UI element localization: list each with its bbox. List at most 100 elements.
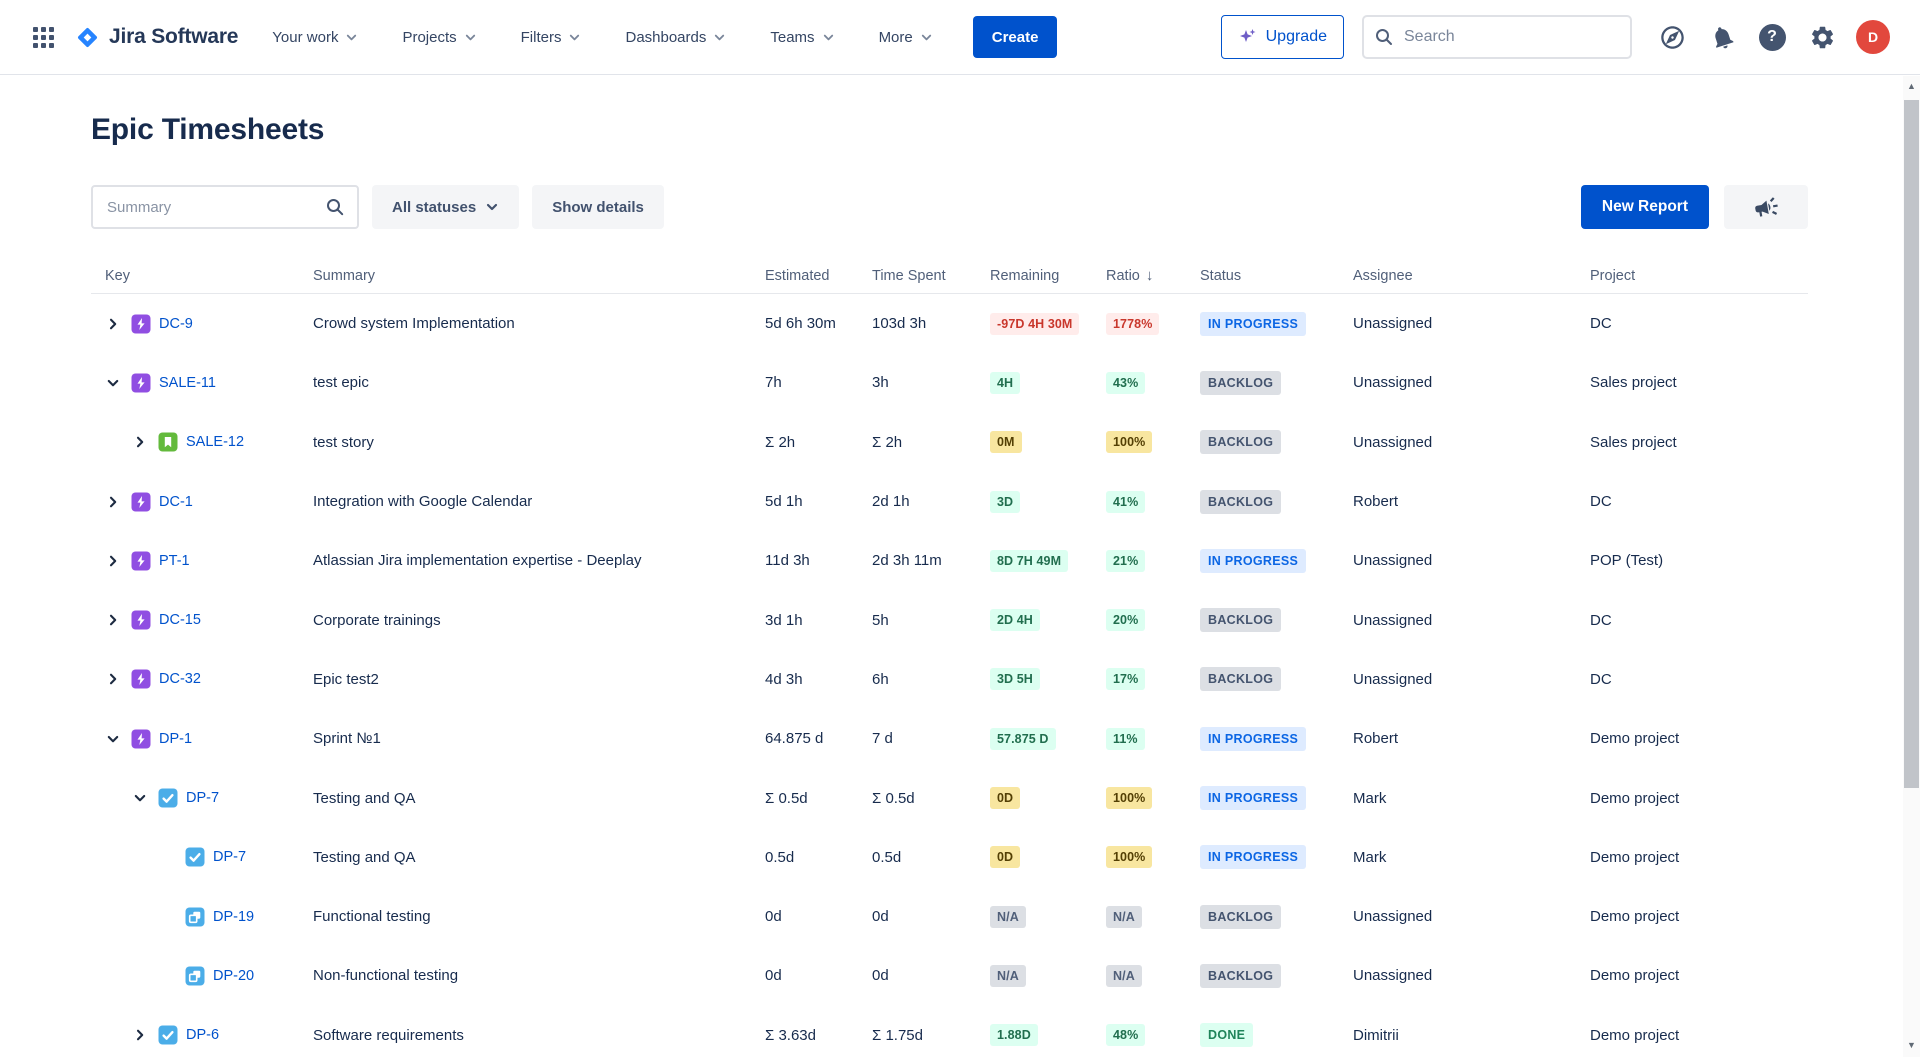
page-title: Epic Timesheets (91, 113, 1808, 147)
col-time-spent[interactable]: Time Spent (858, 268, 976, 284)
issue-summary: Sprint №1 (299, 730, 751, 747)
collapse-chevron[interactable] (105, 731, 121, 747)
estimated-value: 5d 1h (751, 493, 858, 510)
assignee: Mark (1339, 849, 1576, 866)
jira-logo[interactable]: Jira Software (74, 24, 238, 51)
scroll-up-arrow[interactable]: ▲ (1903, 76, 1920, 96)
issue-key-link[interactable]: DP-7 (186, 790, 219, 806)
global-search (1362, 15, 1632, 59)
global-search-input[interactable] (1362, 15, 1632, 59)
assignee: Unassigned (1339, 552, 1576, 569)
ratio-badge: 17% (1106, 668, 1145, 690)
issue-key-link[interactable]: SALE-11 (159, 375, 216, 391)
nav-projects[interactable]: Projects (402, 29, 476, 46)
chevron-down-icon (568, 31, 581, 44)
issue-key-link[interactable]: DC-9 (159, 316, 193, 332)
col-estimated[interactable]: Estimated (751, 268, 858, 284)
estimated-value: Σ 3.63d (751, 1027, 858, 1044)
summary-filter-input[interactable] (91, 185, 359, 229)
col-ratio[interactable]: Ratio↓ (1092, 267, 1186, 284)
key-cell: SALE-12 (91, 432, 299, 452)
create-button[interactable]: Create (973, 16, 1058, 58)
ratio-cell: 43% (1092, 372, 1186, 394)
expand-chevron[interactable] (105, 553, 121, 569)
col-status[interactable]: Status (1186, 268, 1339, 284)
chevron-down-icon (485, 200, 499, 214)
scrollbar-thumb[interactable] (1904, 100, 1919, 788)
scroll-down-arrow[interactable]: ▼ (1903, 1035, 1920, 1055)
nav-dashboards[interactable]: Dashboards (625, 29, 726, 46)
help-button[interactable] (1756, 21, 1788, 53)
issue-key-link[interactable]: DP-20 (213, 968, 254, 984)
col-project[interactable]: Project (1576, 268, 1808, 284)
remaining-badge: 57.875 D (990, 728, 1056, 750)
time-spent-value: 0d (858, 967, 976, 984)
expand-chevron[interactable] (105, 612, 121, 628)
time-spent-value: 103d 3h (858, 315, 976, 332)
expand-chevron[interactable] (105, 671, 121, 687)
nav-more[interactable]: More (879, 29, 933, 46)
notifications-button[interactable] (1706, 21, 1738, 53)
status-badge: BACKLOG (1200, 371, 1281, 395)
ratio-badge: 100% (1106, 787, 1152, 809)
expand-chevron[interactable] (132, 1027, 148, 1043)
expand-chevron[interactable] (105, 316, 121, 332)
key-cell: DP-19 (91, 907, 299, 927)
status-badge: BACKLOG (1200, 905, 1281, 929)
remaining-badge: 0M (990, 431, 1022, 453)
col-assignee[interactable]: Assignee (1339, 268, 1576, 284)
show-details-button[interactable]: Show details (532, 185, 664, 229)
issue-key-link[interactable]: DP-7 (213, 849, 246, 865)
vertical-scrollbar[interactable]: ▲ ▼ (1903, 76, 1920, 1057)
remaining-badge: 4H (990, 372, 1020, 394)
expand-chevron[interactable] (132, 434, 148, 450)
discover-button[interactable] (1656, 21, 1688, 53)
time-spent-value: 0d (858, 908, 976, 925)
ratio-cell: 100% (1092, 846, 1186, 868)
collapse-chevron[interactable] (132, 790, 148, 806)
status-filter-dropdown[interactable]: All statuses (372, 185, 519, 229)
issue-key-link[interactable]: DP-6 (186, 1027, 219, 1043)
settings-button[interactable] (1806, 21, 1838, 53)
issue-key-link[interactable]: DC-15 (159, 612, 201, 628)
avatar[interactable]: D (1856, 20, 1890, 54)
issue-summary: test epic (299, 374, 751, 391)
status-cell: BACKLOG (1186, 608, 1339, 632)
assignee: Unassigned (1339, 374, 1576, 391)
expand-chevron[interactable] (105, 494, 121, 510)
ratio-badge: 20% (1106, 609, 1145, 631)
upgrade-button[interactable]: Upgrade (1221, 15, 1344, 59)
app-switcher-button[interactable] (26, 20, 60, 54)
gear-icon (1809, 24, 1836, 51)
project: DC (1576, 315, 1808, 332)
new-report-button[interactable]: New Report (1581, 185, 1709, 229)
project: Demo project (1576, 849, 1808, 866)
nav-your-work[interactable]: Your work (272, 29, 358, 46)
col-summary[interactable]: Summary (299, 268, 751, 284)
issue-key-link[interactable]: DC-1 (159, 494, 193, 510)
epic-issue-icon (131, 669, 151, 689)
issue-key-link[interactable]: DP-1 (159, 731, 192, 747)
issue-key-link[interactable]: PT-1 (159, 553, 190, 569)
status-badge: BACKLOG (1200, 608, 1281, 632)
table-row: DC-1Integration with Google Calendar5d 1… (91, 472, 1808, 531)
subtask-issue-icon (185, 907, 205, 927)
nav-teams[interactable]: Teams (770, 29, 834, 46)
col-key[interactable]: Key (91, 268, 299, 284)
issue-summary: Testing and QA (299, 790, 751, 807)
estimated-value: 64.875 d (751, 730, 858, 747)
collapse-chevron[interactable] (105, 375, 121, 391)
issue-key-link[interactable]: DP-19 (213, 909, 254, 925)
task-issue-icon (158, 1025, 178, 1045)
issue-key-link[interactable]: DC-32 (159, 671, 201, 687)
feedback-button[interactable] (1724, 185, 1808, 229)
status-cell: DONE (1186, 1023, 1339, 1047)
ratio-cell: 100% (1092, 787, 1186, 809)
col-remaining[interactable]: Remaining (976, 268, 1092, 284)
nav-filters[interactable]: Filters (521, 29, 582, 46)
chevron-down-icon (464, 31, 477, 44)
issue-key-link[interactable]: SALE-12 (186, 434, 244, 450)
chevron-spacer (159, 909, 175, 925)
epic-issue-icon (131, 314, 151, 334)
key-cell: SALE-11 (91, 373, 299, 393)
